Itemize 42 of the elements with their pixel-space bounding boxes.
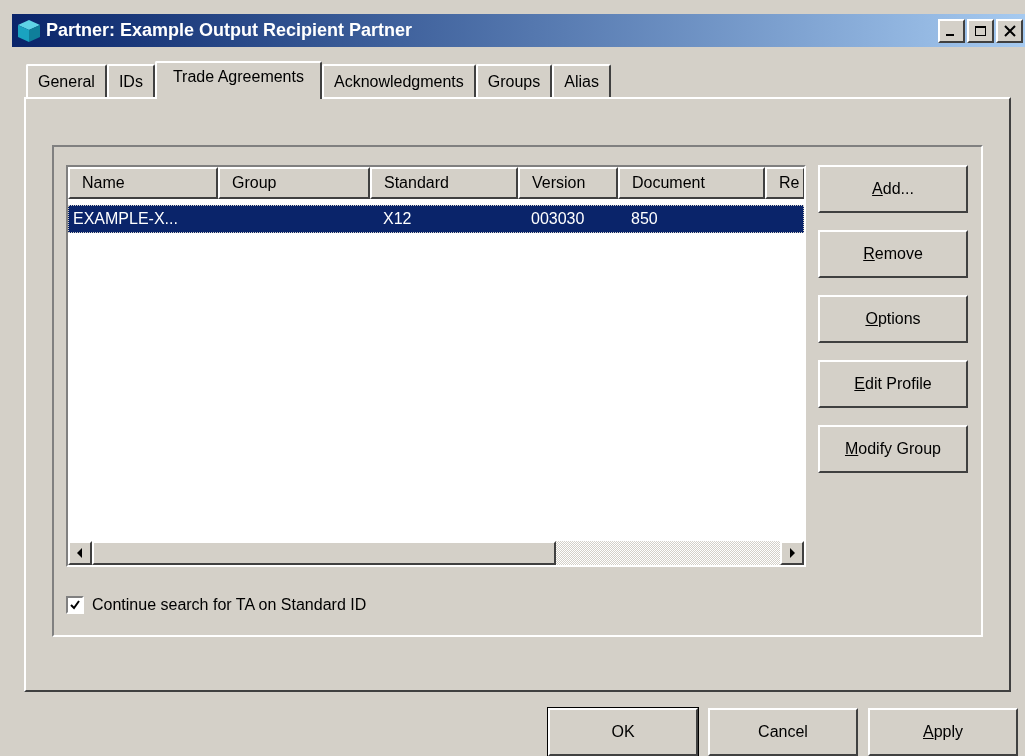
side-button[interactable]: Modify Group [818, 425, 968, 474]
checkbox-label: Continue search for TA on Standard ID [92, 595, 367, 616]
checkbox[interactable] [66, 596, 84, 615]
tab[interactable]: Groups [475, 64, 553, 98]
table-cell: EXAMPLE-X... [73, 210, 178, 228]
scroll-left-button[interactable] [68, 541, 92, 566]
tab[interactable]: Trade Agreements [154, 61, 322, 100]
checkmark-icon [69, 599, 81, 612]
minimize-icon [945, 33, 954, 36]
close-button[interactable] [996, 18, 1023, 43]
dialog-button[interactable]: Cancel [708, 708, 858, 756]
side-button[interactable]: Options [818, 295, 968, 344]
tab[interactable]: Acknowledgments [321, 64, 476, 98]
dialog-button[interactable]: Apply [868, 708, 1018, 756]
column-header[interactable]: Version [518, 167, 618, 200]
tab[interactable]: General [26, 64, 107, 98]
minimize-button[interactable] [938, 18, 965, 43]
column-header[interactable]: Re [765, 167, 804, 200]
right-arrow-icon [788, 548, 796, 559]
scroll-thumb[interactable] [92, 541, 556, 566]
maximize-button[interactable] [967, 18, 994, 43]
close-icon [1002, 24, 1017, 37]
tab[interactable]: IDs [106, 64, 155, 98]
table-row[interactable]: EXAMPLE-X... X12 003030 850 [68, 205, 804, 234]
table-cell: 850 [631, 210, 658, 228]
left-arrow-icon [76, 548, 84, 559]
table-cell: X12 [383, 210, 412, 228]
tab[interactable]: Alias [552, 64, 611, 98]
column-header[interactable]: Group [218, 167, 370, 200]
column-header[interactable]: Standard [370, 167, 518, 200]
side-button[interactable]: Remove [818, 230, 968, 279]
dialog-button[interactable]: OK [548, 708, 698, 756]
window-title: Partner: Example Output Recipient Partner [46, 19, 414, 43]
column-header[interactable]: Name [68, 167, 218, 200]
scroll-right-button[interactable] [780, 541, 804, 566]
maximize-icon [973, 24, 988, 37]
cube-icon [16, 17, 42, 44]
column-header[interactable]: Document [618, 167, 765, 200]
horizontal-scrollbar[interactable] [68, 541, 804, 566]
side-button[interactable]: Edit Profile [818, 360, 968, 409]
table-cell: 003030 [531, 210, 585, 228]
side-button[interactable]: Add... [818, 165, 968, 214]
